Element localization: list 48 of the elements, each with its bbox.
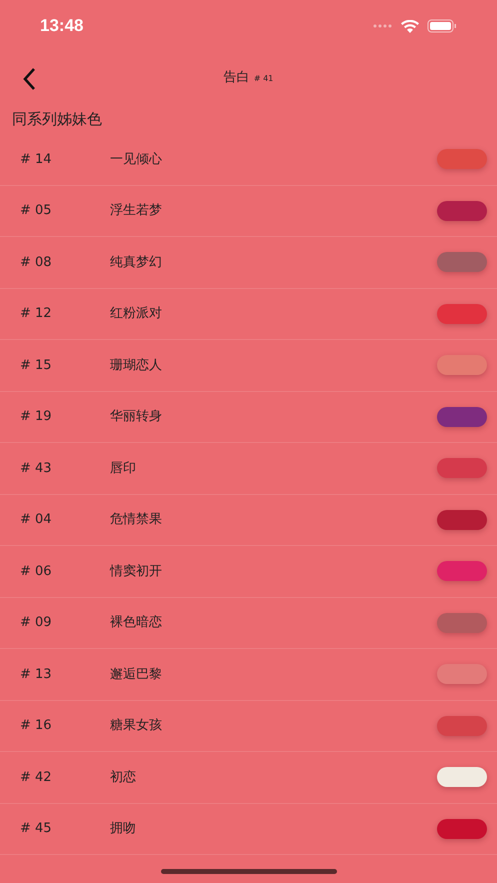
shade-name: 浮生若梦	[110, 202, 163, 220]
shade-name: 唇印	[110, 460, 137, 478]
shade-name: 一见倾心	[110, 150, 163, 168]
shade-number: # 04	[20, 511, 53, 529]
shade-row[interactable]: # 42 初恋	[0, 752, 497, 804]
section-title: 同系列姊妹色	[11, 109, 103, 130]
shade-row[interactable]: # 04 危情禁果	[0, 494, 497, 546]
shade-name: 糖果女孩	[110, 717, 163, 735]
shade-number: # 06	[20, 562, 53, 580]
shade-number: # 12	[20, 305, 53, 323]
shade-number: # 16	[20, 717, 53, 735]
shade-name: 华丽转身	[110, 408, 163, 426]
shade-row[interactable]: # 13 邂逅巴黎	[0, 649, 497, 700]
shade-row[interactable]: # 15 珊瑚恋人	[0, 340, 497, 392]
shade-name: 纯真梦幻	[110, 254, 163, 272]
shade-number: # 43	[20, 460, 53, 478]
shade-row[interactable]: # 09 裸色暗恋	[0, 598, 497, 649]
shade-number: # 15	[20, 356, 53, 374]
wifi-icon	[401, 20, 419, 32]
shade-name: 裸色暗恋	[110, 614, 163, 632]
page-title: 告白 # 41	[224, 69, 274, 88]
shade-row[interactable]: # 45 拥吻	[0, 804, 497, 855]
shade-number: # 14	[20, 150, 53, 168]
shade-row[interactable]: # 43 唇印	[0, 443, 497, 494]
battery-icon	[427, 19, 457, 33]
signal-icon	[373, 24, 393, 28]
shade-number: # 05	[20, 202, 53, 220]
shade-number: # 19	[20, 408, 53, 426]
shade-row[interactable]: # 14 一见倾心	[0, 134, 497, 186]
shade-number: # 13	[20, 666, 53, 684]
shade-number: # 45	[20, 820, 53, 838]
shade-number: # 42	[20, 768, 53, 786]
shade-name: 初恋	[110, 768, 137, 786]
shade-row[interactable]: # 16 糖果女孩	[0, 700, 497, 752]
shade-row[interactable]: # 05 浮生若梦	[0, 186, 497, 237]
shade-name: 红粉派对	[110, 305, 163, 323]
shade-name: 拥吻	[110, 820, 137, 838]
shade-row[interactable]: # 12 红粉派对	[0, 288, 497, 340]
shade-number: # 08	[20, 254, 53, 272]
shade-row[interactable]: # 19 华丽转身	[0, 392, 497, 443]
shade-row[interactable]: # 06 情窦初开	[0, 546, 497, 598]
status-time: 13:48	[40, 15, 84, 38]
shade-name: 情窦初开	[110, 562, 163, 580]
shade-name: 危情禁果	[110, 511, 163, 529]
shade-row[interactable]: # 08 纯真梦幻	[0, 237, 497, 288]
shade-name: 珊瑚恋人	[110, 356, 163, 374]
shade-number: # 09	[20, 614, 53, 632]
shade-name: 邂逅巴黎	[110, 666, 163, 684]
